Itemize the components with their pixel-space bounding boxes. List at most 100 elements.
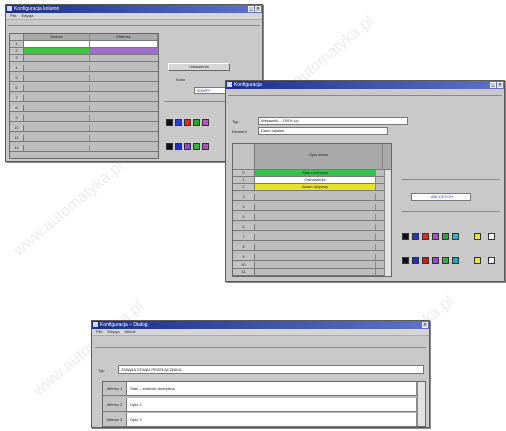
element-field[interactable]: Dane lokalne xyxy=(258,127,388,135)
table-row[interactable]: Wiersz 3 Opis 3 xyxy=(103,413,417,427)
table-row[interactable]: 9 xyxy=(233,254,384,261)
color-swatch[interactable] xyxy=(166,119,173,126)
cell[interactable] xyxy=(24,41,90,47)
cell[interactable] xyxy=(24,55,90,61)
state-cell[interactable]: Alarm aktywny xyxy=(255,184,376,190)
column-header[interactable]: Opis stanu xyxy=(255,144,383,169)
color-swatch[interactable] xyxy=(452,257,459,264)
menu-item-edit[interactable]: Edycja xyxy=(107,329,119,335)
cell[interactable] xyxy=(90,41,158,47)
cell[interactable] xyxy=(24,145,90,151)
color-swatch[interactable] xyxy=(442,257,449,264)
color-swatch[interactable] xyxy=(488,233,495,240)
color-swatch[interactable] xyxy=(422,257,429,264)
table-row[interactable]: 6 xyxy=(233,224,384,231)
table-row[interactable]: 11 xyxy=(233,269,384,276)
table-row[interactable]: 5 xyxy=(233,214,384,221)
state-cell[interactable] xyxy=(255,224,376,230)
color-swatch[interactable] xyxy=(202,143,209,150)
color-swatch[interactable] xyxy=(193,119,200,126)
close-icon[interactable]: × xyxy=(497,82,503,88)
menu-item-file[interactable]: Plik xyxy=(10,13,16,19)
column-header[interactable]: Nazwa xyxy=(24,34,90,40)
color-swatch[interactable] xyxy=(402,233,409,240)
table-row[interactable]: 3 xyxy=(233,194,384,201)
menu-item-file[interactable]: Plik xyxy=(96,329,102,335)
state-cell[interactable] xyxy=(255,269,376,275)
table-row[interactable]: 4 xyxy=(233,204,384,211)
table-row[interactable]: 8 xyxy=(10,105,158,112)
color-swatch[interactable] xyxy=(474,257,481,264)
row-value[interactable]: Opis 3 xyxy=(127,413,417,426)
color-swatch[interactable] xyxy=(452,233,459,240)
color-swatch[interactable] xyxy=(442,233,449,240)
column-header[interactable]: Wartość xyxy=(90,34,158,40)
table-row[interactable]: 10 xyxy=(10,125,158,132)
cell-purple[interactable] xyxy=(90,48,158,54)
menu-item-edit[interactable]: Edycja xyxy=(21,13,33,19)
color-swatch[interactable] xyxy=(488,257,495,264)
color-swatch[interactable] xyxy=(412,257,419,264)
minimize-icon[interactable]: _ xyxy=(248,6,254,12)
table-row[interactable]: 9 xyxy=(10,115,158,122)
state-cell[interactable] xyxy=(255,244,376,250)
state-cell[interactable]: Stan normalny xyxy=(255,170,376,176)
close-icon[interactable]: × xyxy=(422,322,428,328)
color-swatch[interactable] xyxy=(175,119,182,126)
table-row[interactable]: 11 xyxy=(10,135,158,142)
color-swatch[interactable] xyxy=(166,143,173,150)
table-row[interactable]: 6 xyxy=(10,85,158,92)
state-cell[interactable]: Ostrzeżenie xyxy=(255,177,376,183)
table-row[interactable]: 4 xyxy=(10,65,158,72)
color-swatch[interactable] xyxy=(184,119,191,126)
color-swatch[interactable] xyxy=(422,233,429,240)
cell[interactable] xyxy=(24,65,90,71)
value-field[interactable]: ABCDEFGH xyxy=(411,193,471,201)
color-swatch[interactable] xyxy=(175,143,182,150)
table-row[interactable]: 8 xyxy=(233,244,384,251)
table-row[interactable]: 10 xyxy=(233,262,384,269)
cell[interactable] xyxy=(24,125,90,131)
vertical-scrollbar[interactable] xyxy=(417,382,425,426)
close-icon[interactable]: × xyxy=(255,6,261,12)
table-row[interactable]: 2 Alarm aktywny xyxy=(233,184,384,191)
state-cell[interactable] xyxy=(255,204,376,210)
menu-item-view[interactable]: Widok xyxy=(124,329,135,335)
cell[interactable] xyxy=(24,75,90,81)
vertical-scrollbar[interactable] xyxy=(384,170,391,276)
table-row[interactable]: 7 xyxy=(233,234,384,241)
table-row[interactable]: 2 xyxy=(10,48,158,55)
minimize-icon[interactable]: _ xyxy=(490,82,496,88)
color-swatch[interactable] xyxy=(432,257,439,264)
color-swatch[interactable] xyxy=(474,233,481,240)
type-dropdown[interactable]: Wskaźnik – 100% (x) xyxy=(258,117,408,125)
row-value[interactable]: Opis 2 xyxy=(127,398,417,411)
table-row[interactable]: Wiersz 1 Stan – wartość domyślna xyxy=(103,382,417,396)
cell[interactable] xyxy=(24,95,90,101)
color-swatch[interactable] xyxy=(402,257,409,264)
table-row[interactable]: 1 Ostrzeżenie xyxy=(233,177,384,184)
state-cell[interactable] xyxy=(255,262,376,268)
cell[interactable] xyxy=(24,135,90,141)
table-row[interactable]: 3 xyxy=(10,55,158,62)
state-cell[interactable] xyxy=(255,214,376,220)
type-field[interactable]: ZMIANA STANU PRZEŁĄCZNIKA xyxy=(118,365,424,374)
state-cell[interactable] xyxy=(255,254,376,260)
cell[interactable] xyxy=(24,85,90,91)
color-swatch[interactable] xyxy=(412,233,419,240)
cell[interactable] xyxy=(24,105,90,111)
table-row[interactable]: 5 xyxy=(10,75,158,82)
table-row[interactable]: 12 xyxy=(10,145,158,152)
cell[interactable] xyxy=(24,115,90,121)
state-cell[interactable] xyxy=(255,234,376,240)
cell-green[interactable] xyxy=(24,48,90,54)
state-cell[interactable] xyxy=(255,194,376,200)
table-row[interactable]: Wiersz 2 Opis 2 xyxy=(103,398,417,412)
table-row[interactable]: 1 xyxy=(10,41,158,48)
option-radio-label[interactable]: Kolor xyxy=(176,77,185,82)
row-value[interactable]: Stan – wartość domyślna xyxy=(127,382,417,395)
color-swatch[interactable] xyxy=(202,119,209,126)
table-row[interactable]: 7 xyxy=(10,95,158,102)
color-swatch[interactable] xyxy=(432,233,439,240)
table-row[interactable]: 0 Stan normalny xyxy=(233,170,384,177)
